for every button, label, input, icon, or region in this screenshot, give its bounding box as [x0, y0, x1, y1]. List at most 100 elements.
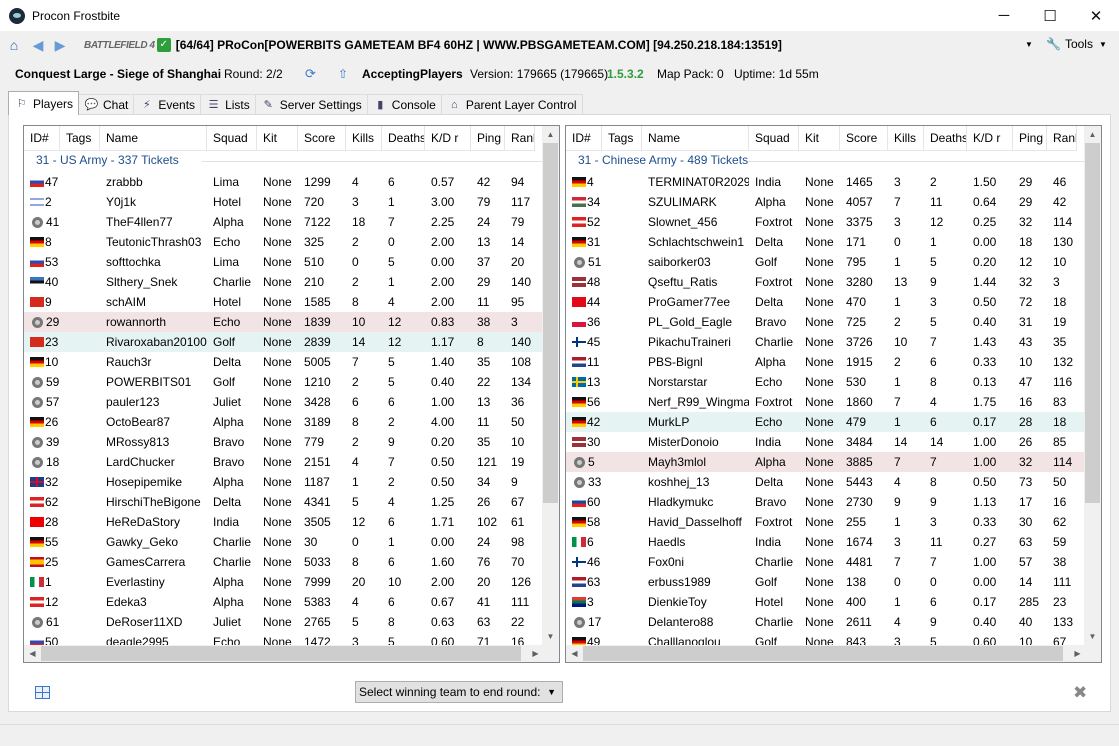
player-row[interactable]: 12 Edeka3 Alpha None 5383 4 6 0.67 41 111 [24, 592, 544, 612]
scroll-left-icon[interactable]: ◀ [24, 645, 41, 662]
player-row[interactable]: 26 OctoBear87 Alpha None 3189 8 2 4.00 11 50 [24, 412, 544, 432]
player-row[interactable]: 52 Slownet_456 Foxtrot None 3375 3 12 0.25 32 114 [566, 212, 1086, 232]
player-row[interactable]: 55 Gawky_Geko Charlie None 30 0 1 0.00 24 98 [24, 532, 544, 552]
close-button[interactable]: ✕ [1073, 0, 1119, 31]
tab-events[interactable]: ⚡ Events [133, 94, 202, 115]
chevron-down-icon[interactable]: ▼ [1025, 40, 1033, 49]
column-header-kit[interactable]: Kit [799, 126, 840, 151]
scroll-down-icon[interactable]: ▼ [1084, 628, 1101, 645]
right-team-player-list[interactable]: ID# Tags Name Squad Kit Score Kills Deaths K/D r… [565, 125, 1102, 663]
player-row[interactable]: 29 rowannorth Echo None 1839 10 12 0.83 38 3 [24, 312, 544, 332]
tab-lists[interactable]: ☰ Lists [200, 94, 256, 115]
minimize-button[interactable]: ─ [981, 0, 1027, 31]
player-row[interactable]: 8 TeutonicThrash03 Echo None 325 2 0 2.00 13 14 [24, 232, 544, 252]
tab-server-settings[interactable]: ✎ Server Settings [254, 94, 368, 115]
player-row[interactable]: 63 erbuss1989 Golf None 138 0 0 0.00 14 111 [566, 572, 1086, 592]
scroll-thumb[interactable] [41, 646, 521, 661]
player-row[interactable]: 5 Mayh3mlol Alpha None 3885 7 7 1.00 32 114 [566, 452, 1086, 472]
player-row[interactable]: 28 HeReDaStory India None 3505 12 6 1.71 102 61 [24, 512, 544, 532]
player-row[interactable]: 40 Slthery_Snek Charlie None 210 2 1 2.00 29 140 [24, 272, 544, 292]
player-row[interactable]: 32 Hosepipemike Alpha None 1187 1 2 0.50 34 9 [24, 472, 544, 492]
refresh-icon[interactable]: ⟳ [305, 66, 316, 82]
player-row[interactable]: 9 schAIM Hotel None 1585 8 4 2.00 11 95 [24, 292, 544, 312]
column-header-tags[interactable]: Tags [602, 126, 642, 151]
vertical-scrollbar[interactable]: ▲ ▼ [542, 126, 559, 645]
end-round-close-icon[interactable]: ✖ [1073, 683, 1087, 703]
column-header-ping[interactable]: Ping [471, 126, 505, 151]
scroll-thumb[interactable] [543, 143, 558, 503]
player-row[interactable]: 36 PL_Gold_Eagle Bravo None 725 2 5 0.40 31 19 [566, 312, 1086, 332]
forward-arrow-icon[interactable]: ▶ [52, 37, 68, 53]
scroll-down-icon[interactable]: ▼ [542, 628, 559, 645]
player-row[interactable]: 39 MRossy813 Bravo None 779 2 9 0.20 35 10 [24, 432, 544, 452]
column-header-tags[interactable]: Tags [60, 126, 100, 151]
server-selector[interactable]: [64/64] PRoCon[POWERBITS GAMETEAM BF4 60… [176, 38, 1056, 52]
column-header-rank[interactable]: Rank [505, 126, 535, 151]
column-header-kdr[interactable]: K/D r [967, 126, 1013, 151]
player-row[interactable]: 13 Norstarstar Echo None 530 1 8 0.13 47 116 [566, 372, 1086, 392]
player-row[interactable]: 1 Everlastiny Alpha None 7999 20 10 2.00 20 126 [24, 572, 544, 592]
column-header-kills[interactable]: Kills [346, 126, 382, 151]
back-arrow-icon[interactable]: ◀ [30, 37, 46, 53]
tab-players[interactable]: ⚐ Players [8, 91, 80, 115]
tab-console[interactable]: ▮ Console [366, 94, 442, 115]
player-row[interactable]: 17 Delantero88 Charlie None 2611 4 9 0.40 40 133 [566, 612, 1086, 632]
player-row[interactable]: 31 Schlachtschwein1 Delta None 171 0 1 0.00 18 13… [566, 232, 1086, 252]
column-header-score[interactable]: Score [840, 126, 888, 151]
home-icon[interactable]: ⌂ [6, 37, 22, 53]
column-header-deaths[interactable]: Deaths [924, 126, 967, 151]
column-header-squad[interactable]: Squad [749, 126, 799, 151]
player-row[interactable]: 2 Y0j1k Hotel None 720 3 1 3.00 79 117 [24, 192, 544, 212]
column-header-id[interactable]: ID# [566, 126, 602, 151]
scroll-left-icon[interactable]: ◀ [566, 645, 583, 662]
player-row[interactable]: 3 DienkieToy Hotel None 400 1 6 0.17 285 23 [566, 592, 1086, 612]
player-row[interactable]: 30 MisterDonoio India None 3484 14 14 1.00 26 85 [566, 432, 1086, 452]
player-row[interactable]: 45 PikachuTraineri Charlie None 3726 10 7 1.43 4… [566, 332, 1086, 352]
player-row[interactable]: 53 softtochka Lima None 510 0 5 0.00 37 20 [24, 252, 544, 272]
player-row[interactable]: 48 Qseftu_Ratis Foxtrot None 3280 13 9 1.44 32 3 [566, 272, 1086, 292]
vertical-scrollbar[interactable]: ▲ ▼ [1084, 126, 1101, 645]
scroll-up-icon[interactable]: ▲ [542, 126, 559, 143]
column-header-kills[interactable]: Kills [888, 126, 924, 151]
scroll-thumb[interactable] [583, 646, 1063, 661]
player-row[interactable]: 6 Haedls India None 1674 3 11 0.27 63 59 [566, 532, 1086, 552]
column-header-name[interactable]: Name [100, 126, 207, 151]
left-team-player-list[interactable]: ID# Tags Name Squad Kit Score Kills Deaths K/D r… [23, 125, 560, 663]
column-header-deaths[interactable]: Deaths [382, 126, 425, 151]
player-row[interactable]: 34 SZULIMARK Alpha None 4057 7 11 0.64 29 42 [566, 192, 1086, 212]
player-row[interactable]: 61 DeRoser11XD Juliet None 2765 5 8 0.63 63 22 [24, 612, 544, 632]
player-row[interactable]: 56 Nerf_R99_Wingman Foxtrot None 1860 7 4 1.75 1… [566, 392, 1086, 412]
tab-chat[interactable]: 💬 Chat [78, 94, 135, 115]
scroll-up-icon[interactable]: ▲ [1084, 126, 1101, 143]
column-header-kit[interactable]: Kit [257, 126, 298, 151]
player-row[interactable]: 60 Hladkymukc Bravo None 2730 9 9 1.13 17 16 [566, 492, 1086, 512]
procon-version[interactable]: 1.5.3.2 [607, 67, 644, 81]
column-header-rank[interactable]: Rank [1047, 126, 1077, 151]
column-header-squad[interactable]: Squad [207, 126, 257, 151]
player-row[interactable]: 44 ProGamer77ee Delta None 470 1 3 0.50 72 18 [566, 292, 1086, 312]
player-row[interactable]: 42 MurkLP Echo None 479 1 6 0.17 28 18 [566, 412, 1086, 432]
horizontal-scrollbar[interactable]: ◀ ▶ [24, 645, 544, 662]
column-header-id[interactable]: ID# [24, 126, 60, 151]
player-row[interactable]: 11 PBS-Bignl Alpha None 1915 2 6 0.33 10 132 [566, 352, 1086, 372]
column-header-name[interactable]: Name [642, 126, 749, 151]
player-row[interactable]: 33 koshhej_13 Delta None 5443 4 8 0.50 73 50 [566, 472, 1086, 492]
player-row[interactable]: 58 Havid_Dasselhoff Foxtrot None 255 1 3 0.33 30… [566, 512, 1086, 532]
player-row[interactable]: 10 Rauch3r Delta None 5005 7 5 1.40 35 108 [24, 352, 544, 372]
tab-parent-layer-control[interactable]: ⌂ Parent Layer Control [440, 94, 583, 115]
player-row[interactable]: 25 GamesCarrera Charlie None 5033 8 6 1.60 76 70 [24, 552, 544, 572]
player-row[interactable]: 57 pauler123 Juliet None 3428 6 6 1.00 13 36 [24, 392, 544, 412]
horizontal-scrollbar[interactable]: ◀ ▶ [566, 645, 1086, 662]
tools-menu[interactable]: 🔧 Tools ▼ [1046, 37, 1107, 51]
player-row[interactable]: 51 saiborker03 Golf None 795 1 5 0.20 12 10 [566, 252, 1086, 272]
player-row[interactable]: 46 Fox0ni Charlie None 4481 7 7 1.00 57 38 [566, 552, 1086, 572]
column-header-kdr[interactable]: K/D r [425, 126, 471, 151]
player-row[interactable]: 4 TERMINAT0R2029 India None 1465 3 2 1.50 29 46 [566, 172, 1086, 192]
scroll-thumb[interactable] [1085, 143, 1100, 503]
player-row[interactable]: 62 HirschiTheBigone Delta None 4341 5 4 1.25 26 6… [24, 492, 544, 512]
maximize-button[interactable]: ☐ [1027, 0, 1073, 31]
grid-view-icon[interactable] [35, 686, 50, 699]
column-header-score[interactable]: Score [298, 126, 346, 151]
player-row[interactable]: 47 zrabbb Lima None 1299 4 6 0.57 42 94 [24, 172, 544, 192]
winning-team-select[interactable]: Select winning team to end round: ▼ [355, 681, 563, 703]
